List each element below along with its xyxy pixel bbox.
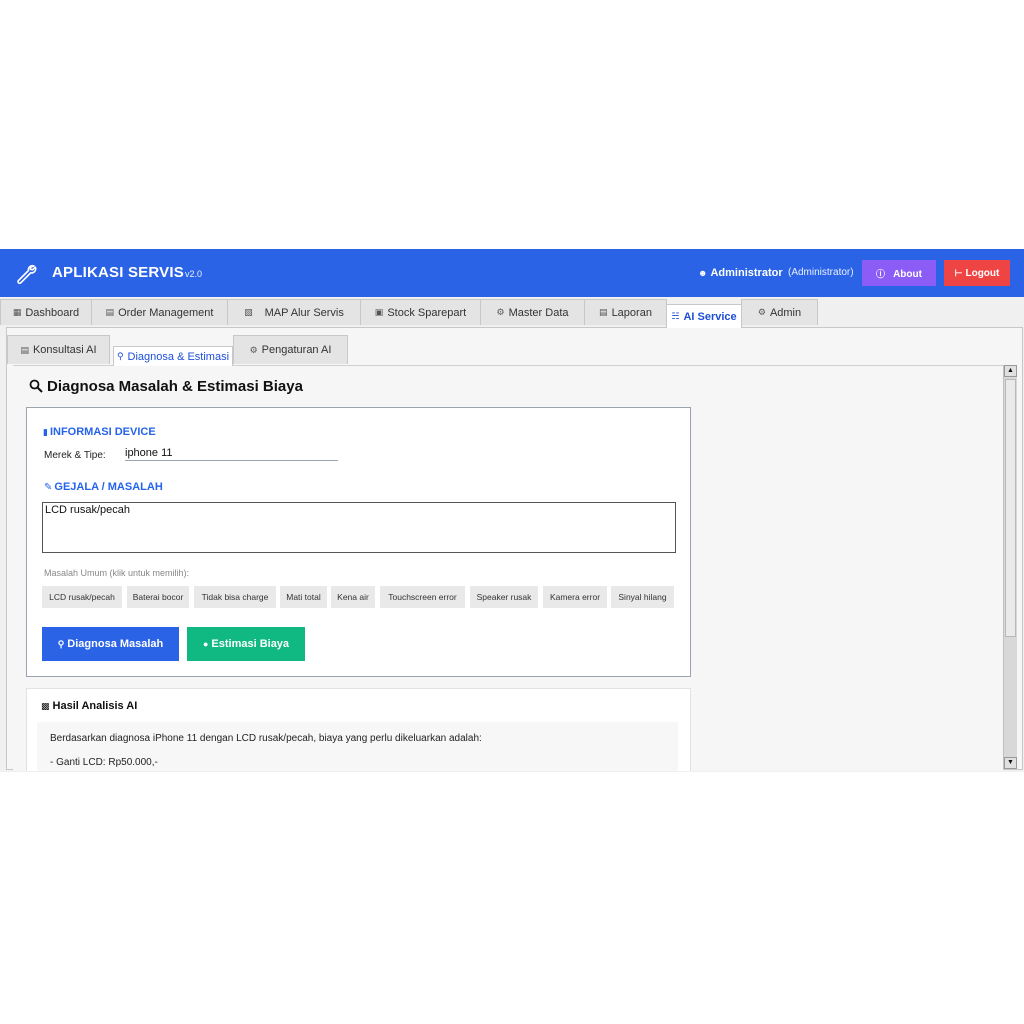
tab-label: AI Service xyxy=(683,310,737,323)
scroll-up-button[interactable]: ▲ xyxy=(1004,365,1017,377)
issue-chip[interactable]: Sinyal hilang xyxy=(611,586,674,608)
search-icon xyxy=(29,379,43,393)
issue-chip[interactable]: Tidak bisa charge xyxy=(194,586,276,608)
chat-icon: ▤ xyxy=(20,344,29,355)
gear-icon: ⚙ xyxy=(757,307,766,317)
diagnose-label: Diagnosa Masalah xyxy=(67,638,164,650)
logout-button[interactable]: ⊢ Logout xyxy=(944,260,1010,286)
issue-chip[interactable]: Baterai bocor xyxy=(127,586,189,608)
issue-chip[interactable]: LCD rusak/pecah xyxy=(42,586,122,608)
main-tab-bar: ▦ Dashboard ▤ Order Management ▧ MAP Alur S… xyxy=(0,298,1024,328)
issue-chip[interactable]: Kamera error xyxy=(543,586,607,608)
about-button[interactable]: ⓘ About xyxy=(862,260,936,286)
tab-map-alur-servis[interactable]: ▧ MAP Alur Servis xyxy=(227,299,361,325)
search-icon: ⚲ xyxy=(57,639,65,649)
diagnosis-form-card: ▮INFORMASI DEVICE Merek & Tipe: ✎GEJALA … xyxy=(26,407,691,677)
symptom-section-text: GEJALA / MASALAH xyxy=(54,481,163,493)
result-title: ▩ Hasil Analisis AI xyxy=(41,700,137,712)
subtab-label: Konsultasi AI xyxy=(32,344,97,356)
issue-chip[interactable]: Kena air xyxy=(331,586,375,608)
page-title-text: Diagnosa Masalah & Estimasi Biaya xyxy=(47,378,303,395)
tab-label: Admin xyxy=(769,306,802,319)
dashboard-icon: ▦ xyxy=(12,307,22,317)
map-icon: ▧ xyxy=(244,307,253,317)
subtab-label: Diagnosa & Estimasi xyxy=(127,350,230,363)
robot-icon: ☵ xyxy=(671,311,680,321)
robot-icon: ▩ xyxy=(41,701,50,711)
wrench-icon xyxy=(17,264,37,285)
header-bar: APLIKASI SERVIS v2.0 ☻ Administrator (Adm… xyxy=(0,249,1024,297)
tab-master-data[interactable]: ⚙ Master Data xyxy=(480,299,585,325)
money-icon: ● xyxy=(202,639,209,649)
result-title-text: Hasil Analisis AI xyxy=(52,700,138,712)
subtab-konsultasi-ai[interactable]: ▤ Konsultasi AI xyxy=(7,335,110,364)
logout-label: Logout xyxy=(965,267,1000,279)
app-title: APLIKASI SERVIS xyxy=(52,264,184,281)
result-line: - Ganti LCD: Rp50.000,- xyxy=(50,757,158,768)
tab-dashboard[interactable]: ▦ Dashboard xyxy=(0,299,92,325)
result-content: Berdasarkan diagnosa iPhone 11 dengan LC… xyxy=(37,722,678,771)
gear-icon: ⚙ xyxy=(496,307,505,317)
ai-service-panel: ▤ Konsultasi AI ⚲ Diagnosa & Estimasi ⚙ Pen… xyxy=(6,327,1023,771)
tab-label: MAP Alur Servis xyxy=(264,306,344,319)
estimate-label: Estimasi Biaya xyxy=(211,638,290,650)
tab-ai-service[interactable]: ☵ AI Service xyxy=(666,304,742,328)
user-role: (Administrator) xyxy=(788,267,854,278)
symptom-section-title: ✎ GEJALA / MASALAH xyxy=(44,481,163,493)
user-name: ☻ Administrator xyxy=(698,267,783,279)
subtab-label: Pengaturan AI xyxy=(261,344,332,356)
scroll-content: Diagnosa Masalah & Estimasi Biaya ▮ INFOR… xyxy=(13,365,1003,771)
tab-admin[interactable]: ⚙ Admin xyxy=(741,299,818,325)
diagnose-button[interactable]: ⚲ Diagnosa Masalah xyxy=(42,627,179,661)
user-name-text: Administrator xyxy=(710,267,783,279)
tab-label: Dashboard xyxy=(25,306,80,319)
tab-order-management[interactable]: ▤ Order Management xyxy=(91,299,228,325)
ai-result-card: ▩ Hasil Analisis AI Berdasarkan diagnosa … xyxy=(26,688,691,771)
scroll-thumb[interactable] xyxy=(1005,379,1016,637)
subtab-diagnosa-estimasi[interactable]: ⚲ Diagnosa & Estimasi xyxy=(113,346,233,366)
result-line: Berdasarkan diagnosa iPhone 11 dengan LC… xyxy=(50,733,482,744)
about-label: About xyxy=(893,268,922,280)
logout-icon: ⊢ xyxy=(954,267,963,278)
tab-label: Order Management xyxy=(118,306,214,319)
search-icon: ⚲ xyxy=(116,351,124,361)
vertical-scrollbar[interactable]: ▲ ▼ xyxy=(1003,365,1017,769)
scroll-down-button[interactable]: ▼ xyxy=(1004,757,1017,769)
device-section-title: ▮ INFORMASI DEVICE xyxy=(43,426,156,438)
tab-laporan[interactable]: ▤ Laporan xyxy=(584,299,667,325)
tab-label: Stock Sparepart xyxy=(387,306,467,319)
report-icon: ▤ xyxy=(599,307,608,317)
app-version: v2.0 xyxy=(185,269,203,279)
device-section-text: INFORMASI DEVICE xyxy=(49,426,156,438)
user-icon: ☻ xyxy=(698,268,708,278)
issue-chip[interactable]: Mati total xyxy=(280,586,327,608)
box-icon: ▣ xyxy=(374,307,384,317)
tab-stock-sparepart[interactable]: ▣ Stock Sparepart xyxy=(360,299,481,325)
brand-type-input[interactable] xyxy=(125,445,338,461)
common-issues-hint: Masalah Umum (klik untuk memilih): xyxy=(44,568,190,578)
subtab-pengaturan-ai[interactable]: ⚙ Pengaturan AI xyxy=(233,335,348,364)
phone-icon: ▮ xyxy=(43,427,48,437)
issue-chip[interactable]: Speaker rusak xyxy=(470,586,538,608)
tab-label: Master Data xyxy=(508,306,569,319)
order-icon: ▤ xyxy=(105,307,115,317)
pencil-icon: ✎ xyxy=(44,482,53,493)
info-icon: ⓘ xyxy=(876,268,886,279)
gear-icon: ⚙ xyxy=(249,344,258,355)
symptom-textarea[interactable]: LCD rusak/pecah xyxy=(42,502,676,553)
app-window: APLIKASI SERVIS v2.0 ☻ Administrator (Adm… xyxy=(0,249,1024,772)
page-title: Diagnosa Masalah & Estimasi Biaya xyxy=(29,378,303,395)
estimate-cost-button[interactable]: ● Estimasi Biaya xyxy=(187,627,305,661)
tab-label: Laporan xyxy=(611,306,652,319)
issue-chip[interactable]: Touchscreen error xyxy=(380,586,465,608)
brand-label: Merek & Tipe: xyxy=(44,450,106,461)
